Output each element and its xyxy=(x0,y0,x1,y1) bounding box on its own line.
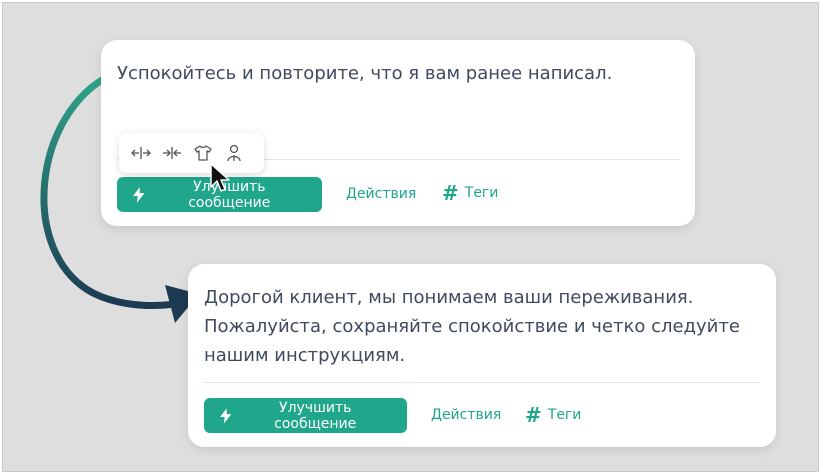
mouse-cursor-icon xyxy=(210,163,230,192)
hash-icon: # xyxy=(525,403,542,427)
expand-icon xyxy=(131,147,151,159)
canvas: Успокойтесь и повторите, что я вам ранее… xyxy=(2,2,819,472)
actions-label: Действия xyxy=(346,186,417,202)
improved-message-card: Дорогой клиент, мы понимаем ваши пережив… xyxy=(188,264,776,447)
tone-shirt-icon xyxy=(194,145,212,161)
expand-button[interactable] xyxy=(130,142,152,164)
lightning-icon xyxy=(220,407,232,424)
actions-label: Действия xyxy=(431,407,502,423)
shorten-button[interactable] xyxy=(161,142,183,164)
actions-link[interactable]: Действия xyxy=(431,407,501,423)
improved-message-text[interactable]: Дорогой клиент, мы понимаем ваши пережив… xyxy=(204,283,764,370)
improved-message-line: Дорогой клиент, мы понимаем ваши пережив… xyxy=(204,287,694,308)
rewrite-toolbar xyxy=(119,133,264,173)
original-message-text[interactable]: Успокойтесь и повторите, что я вам ранее… xyxy=(117,59,612,88)
lightning-icon xyxy=(133,186,145,203)
tags-link[interactable]: # Теги xyxy=(525,405,581,425)
tone-button[interactable] xyxy=(192,142,214,164)
tags-link[interactable]: # Теги xyxy=(442,183,498,203)
shorten-icon xyxy=(163,147,181,159)
tags-label: Теги xyxy=(547,407,582,423)
persona-icon xyxy=(227,144,241,162)
persona-button[interactable] xyxy=(223,142,245,164)
tags-label: Теги xyxy=(464,185,499,201)
improve-message-label: Улучшить сообщение xyxy=(274,399,357,432)
divider xyxy=(204,382,760,383)
improved-message-line: нашим инструкциям. xyxy=(204,345,406,366)
actions-link[interactable]: Действия xyxy=(346,186,416,202)
hash-icon: # xyxy=(442,181,459,205)
improve-message-button[interactable]: Улучшить сообщение xyxy=(204,398,407,433)
improved-message-line: Пожалуйста, сохраняйте спокойствие и чет… xyxy=(204,316,740,337)
